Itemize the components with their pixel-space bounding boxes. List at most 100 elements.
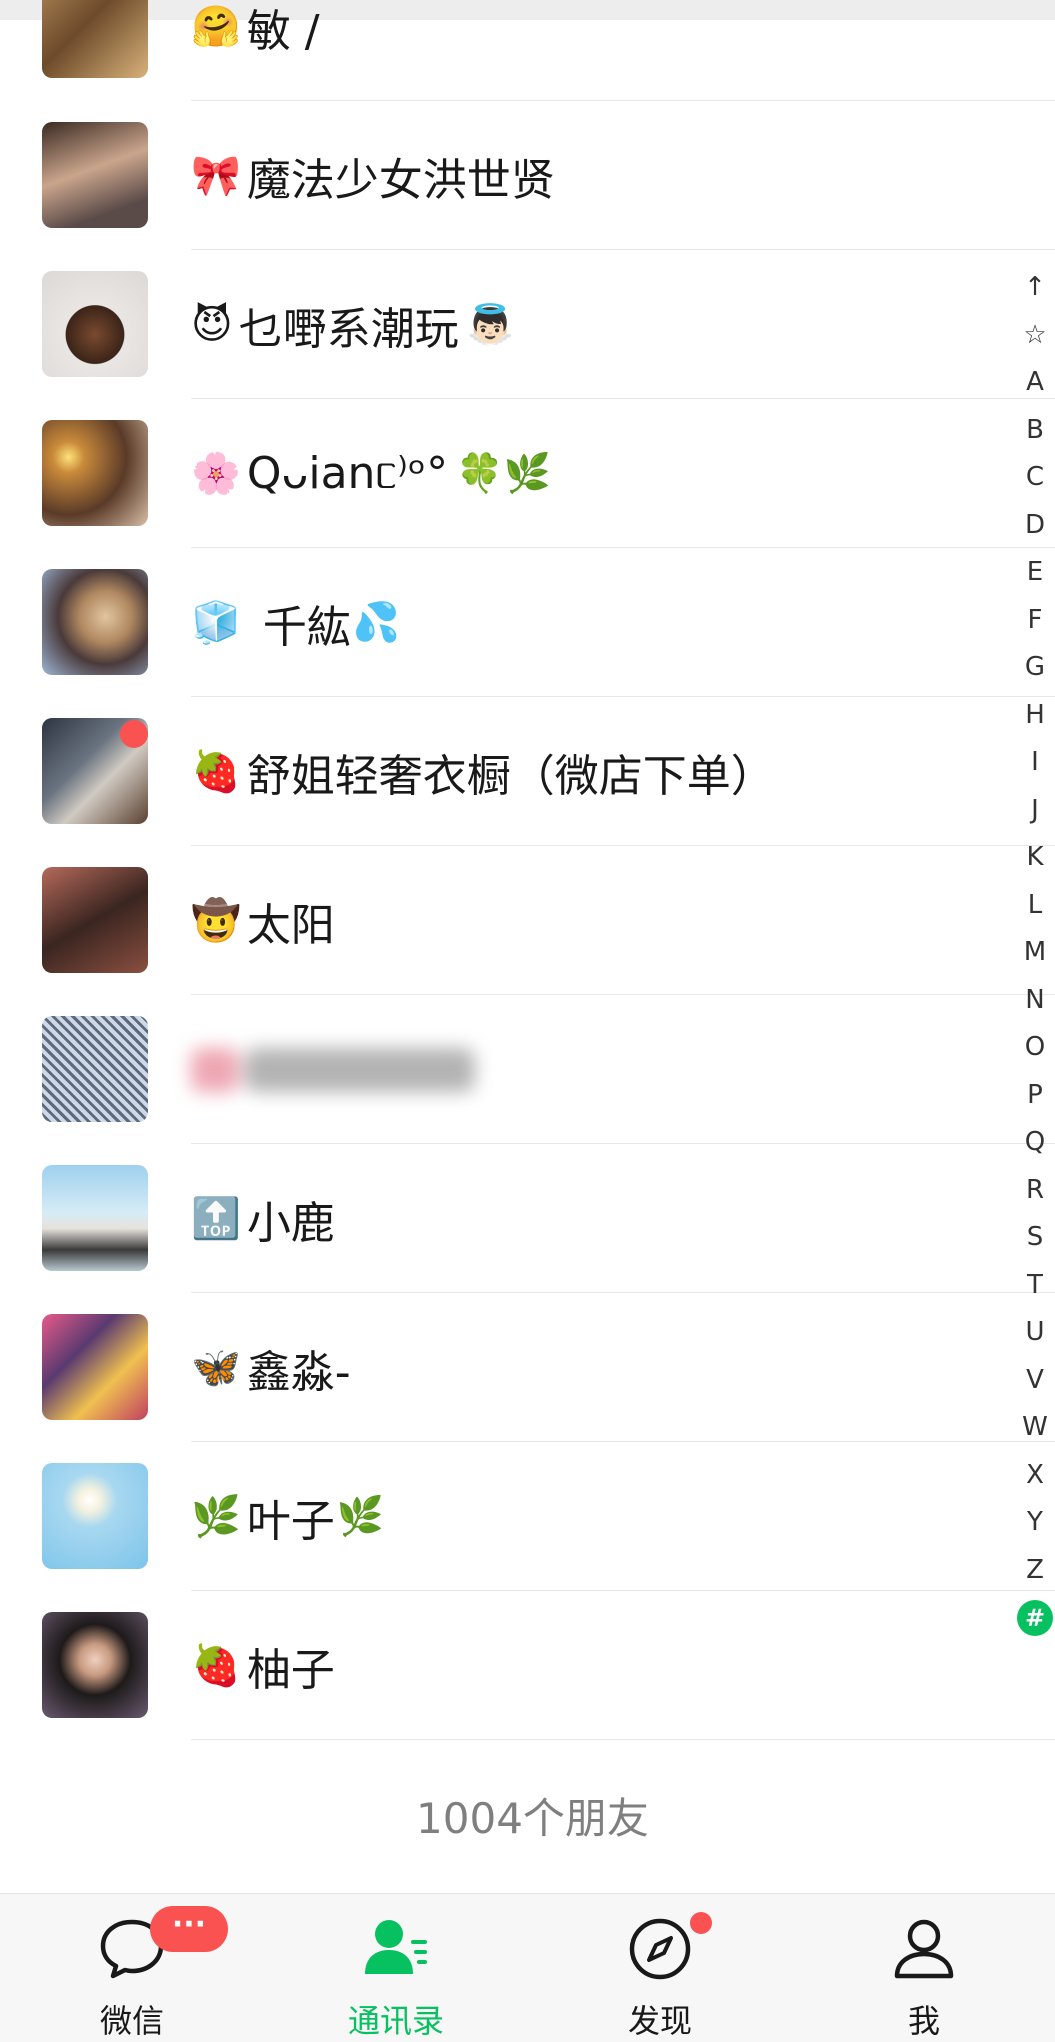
contact-avatar[interactable]: [42, 867, 148, 973]
herb-emoji-icon: 🌿: [191, 1494, 241, 1540]
tab-label: 发现: [627, 2002, 692, 2040]
index-item[interactable]: R: [1015, 1167, 1055, 1215]
discover-badge-dot: [690, 1912, 712, 1934]
contact-row[interactable]: 🍓 舒姐轻奢衣橱（微店下单）: [0, 697, 1055, 846]
tab-discover[interactable]: 发现: [528, 1894, 792, 2042]
contact-name: 小鹿: [246, 1197, 335, 1249]
contact-name-group: 😈 乜嘢系潮玩 👼🏻: [191, 293, 514, 357]
contact-row[interactable]: 🌸 Qᴗianᥴ⁾ᵒ° 🍀🌿: [0, 399, 1055, 548]
profile-person-icon: [889, 1914, 959, 1984]
index-item[interactable]: T: [1015, 1262, 1055, 1310]
contact-name: 魔法少女洪世贤: [246, 154, 555, 206]
index-item[interactable]: Z: [1015, 1547, 1055, 1595]
blossom-emoji-icon: 🌸: [191, 451, 241, 497]
tab-label: 微信: [99, 2002, 164, 2040]
contact-avatar[interactable]: [42, 1612, 148, 1718]
contact-avatar[interactable]: [42, 1016, 148, 1122]
alphabet-index[interactable]: ↑ ☆ A B C D E F G H I J K L M N O P Q R …: [1015, 264, 1055, 1636]
strawberry-emoji-icon: 🍓: [191, 749, 241, 795]
index-item[interactable]: O: [1015, 1024, 1055, 1072]
contact-name: 乜嘢系潮玩: [238, 303, 459, 355]
contact-avatar[interactable]: [42, 1314, 148, 1420]
unread-dot: [120, 720, 148, 748]
contact-name: 柚子: [246, 1644, 335, 1696]
contact-avatar[interactable]: [42, 122, 148, 228]
contact-row[interactable]: 🎀 魔法少女洪世贤: [0, 101, 1055, 250]
tab-label: 我: [907, 2002, 940, 2040]
index-item[interactable]: U: [1015, 1309, 1055, 1357]
contact-avatar[interactable]: [42, 569, 148, 675]
index-item[interactable]: H: [1015, 692, 1055, 740]
index-item[interactable]: K: [1015, 834, 1055, 882]
contact-row[interactable]: 🔝 小鹿: [0, 1144, 1055, 1293]
index-item[interactable]: V: [1015, 1357, 1055, 1405]
contact-name: 敏 /: [246, 5, 320, 57]
index-item[interactable]: E: [1015, 549, 1055, 597]
contact-name-group: 🤗 敏 /: [191, 0, 320, 59]
contact-row[interactable]: 🧊 千紘 💦: [0, 548, 1055, 697]
index-item-active[interactable]: #: [1017, 1600, 1053, 1636]
droplets-emoji-icon: 💦: [352, 600, 401, 644]
row-divider: [191, 1739, 1055, 1740]
index-item[interactable]: A: [1015, 359, 1055, 407]
tab-me[interactable]: 我: [792, 1894, 1055, 2042]
compass-icon: [625, 1914, 695, 1984]
contact-name-group: 🍓 柚子: [191, 1634, 335, 1698]
contact-row[interactable]: 🤗 敏 /: [0, 0, 1055, 101]
contact-name: 叶子: [246, 1495, 335, 1547]
index-item[interactable]: F: [1015, 597, 1055, 645]
index-item[interactable]: ☆: [1015, 312, 1055, 360]
contact-name-group: 🍓 舒姐轻奢衣橱（微店下单）: [191, 740, 775, 804]
contact-row[interactable]: [0, 995, 1055, 1144]
index-item[interactable]: X: [1015, 1452, 1055, 1500]
contact-name: 鑫淼-: [246, 1346, 351, 1398]
index-item[interactable]: S: [1015, 1214, 1055, 1262]
contact-name: 舒姐轻奢衣橱（微店下单）: [246, 750, 775, 802]
index-item[interactable]: W: [1015, 1404, 1055, 1452]
contact-name: Qᴗianᥴ⁾ᵒ°: [246, 448, 449, 499]
contact-row[interactable]: 😈 乜嘢系潮玩 👼🏻: [0, 250, 1055, 399]
contact-name-group: [191, 1047, 475, 1092]
contact-name-group: 🌿 叶子 🌿: [191, 1485, 384, 1549]
contact-avatar[interactable]: [42, 1463, 148, 1569]
contact-avatar[interactable]: [42, 271, 148, 377]
contact-name: 太阳: [246, 899, 335, 951]
hugging-emoji-icon: 🤗: [191, 4, 241, 50]
butterfly-emoji-icon: 🦋: [191, 1345, 241, 1391]
index-item[interactable]: ↑: [1015, 264, 1055, 312]
index-item[interactable]: Q: [1015, 1119, 1055, 1167]
contact-avatar[interactable]: [42, 420, 148, 526]
index-item[interactable]: B: [1015, 407, 1055, 455]
tab-label: 通讯录: [347, 2002, 444, 2040]
herb-emoji-icon: 🌿: [336, 1494, 385, 1538]
contact-name: 千紘: [262, 601, 351, 653]
friend-count: 1004个朋友: [416, 1794, 649, 1843]
index-item[interactable]: P: [1015, 1072, 1055, 1120]
strawberry-emoji-icon: 🍓: [191, 1643, 241, 1689]
index-item[interactable]: Y: [1015, 1499, 1055, 1547]
devil-emoji-icon: 😈: [191, 301, 233, 348]
contact-name-group: 🤠 太阳: [191, 889, 335, 953]
index-item[interactable]: C: [1015, 454, 1055, 502]
index-item[interactable]: I: [1015, 739, 1055, 787]
index-item[interactable]: D: [1015, 502, 1055, 550]
index-item[interactable]: M: [1015, 929, 1055, 977]
top-arrow-emoji-icon: 🔝: [191, 1196, 241, 1242]
contact-avatar[interactable]: [42, 0, 148, 78]
contact-row[interactable]: 🌿 叶子 🌿: [0, 1442, 1055, 1591]
index-item[interactable]: J: [1015, 787, 1055, 835]
index-item[interactable]: G: [1015, 644, 1055, 692]
contact-avatar[interactable]: [42, 1165, 148, 1271]
contact-name-group: 🌸 Qᴗianᥴ⁾ᵒ° 🍀🌿: [191, 448, 551, 499]
tab-contacts[interactable]: 通讯录: [264, 1894, 528, 2042]
cowboy-emoji-icon: 🤠: [191, 898, 241, 944]
contact-name-group: 🔝 小鹿: [191, 1187, 335, 1251]
ribbon-emoji-icon: 🎀: [191, 153, 241, 199]
contact-row[interactable]: 🦋 鑫淼-: [0, 1293, 1055, 1442]
contact-row[interactable]: 🤠 太阳: [0, 846, 1055, 995]
contact-name-group: 🎀 魔法少女洪世贤: [191, 144, 555, 208]
index-item[interactable]: L: [1015, 882, 1055, 930]
index-item[interactable]: N: [1015, 977, 1055, 1025]
angel-emoji-icon: 👼🏻: [466, 302, 515, 346]
contact-row[interactable]: 🍓 柚子: [0, 1591, 1055, 1740]
